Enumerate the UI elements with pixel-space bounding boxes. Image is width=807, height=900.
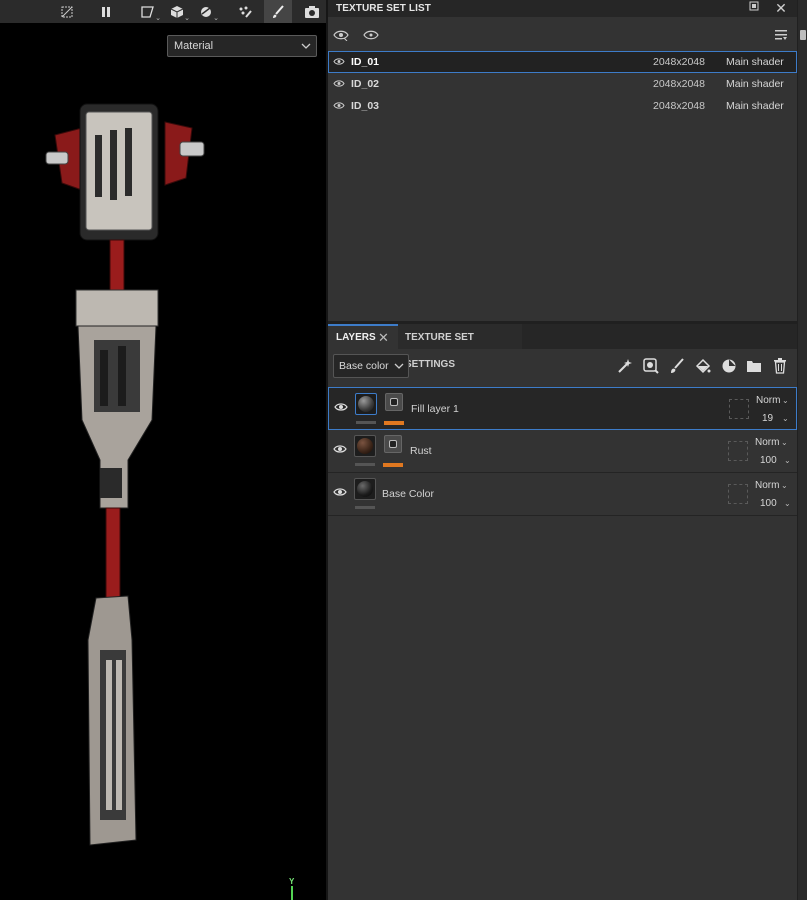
texture-set-name: ID_03 bbox=[351, 100, 380, 112]
delete-icon[interactable] bbox=[771, 357, 789, 375]
eye-icon[interactable] bbox=[333, 487, 347, 497]
cube-icon[interactable]: ⌄ bbox=[163, 0, 191, 23]
opacity-value[interactable]: 19 bbox=[762, 413, 773, 424]
chevron-down-icon bbox=[394, 363, 404, 369]
hide-icon[interactable] bbox=[53, 0, 81, 23]
chevron-down-icon: ⌄ bbox=[782, 414, 789, 423]
add-paint-layer-icon[interactable] bbox=[668, 357, 686, 375]
mask-thumbnail[interactable] bbox=[385, 393, 403, 411]
thumbnail-bar bbox=[356, 421, 376, 424]
texture-set-resolution: 2048x2048 bbox=[653, 78, 705, 90]
solo-eye-icon[interactable] bbox=[362, 26, 380, 44]
selection-shape-icon[interactable]: ⌄ bbox=[134, 0, 162, 23]
blend-mode-select[interactable]: Norm bbox=[755, 437, 779, 448]
texture-set-list-title: TEXTURE SET LIST bbox=[336, 3, 431, 14]
axis-y-line bbox=[291, 886, 293, 900]
add-folder-icon[interactable] bbox=[745, 357, 763, 375]
texture-set-shader[interactable]: Main shader bbox=[726, 100, 784, 112]
texture-set-name: ID_02 bbox=[351, 78, 380, 90]
texture-set-row[interactable]: ID_01 2048x2048 Main shader bbox=[328, 51, 797, 73]
opacity-value[interactable]: 100 bbox=[760, 455, 777, 466]
eye-icon[interactable] bbox=[333, 101, 345, 110]
texture-set-row[interactable]: ID_03 2048x2048 Main shader bbox=[328, 95, 797, 117]
material-select[interactable]: Material bbox=[167, 35, 317, 57]
channel-select-value: Base color bbox=[339, 360, 389, 372]
texture-set-shader[interactable]: Main shader bbox=[726, 78, 784, 90]
texture-set-resolution: 2048x2048 bbox=[653, 56, 705, 68]
blend-mode-select[interactable]: Norm bbox=[756, 395, 780, 406]
chevron-down-icon: ⌄ bbox=[782, 396, 789, 405]
close-icon[interactable]: ✕ bbox=[378, 326, 389, 349]
layer-row[interactable]: Base Color Norm ⌄ 100 ⌄ bbox=[328, 473, 797, 516]
layer-name[interactable]: Base Color bbox=[382, 488, 434, 500]
axis-y-label: Y bbox=[289, 877, 295, 886]
texture-set-toolbar bbox=[328, 23, 797, 47]
properties-icon[interactable] bbox=[800, 30, 806, 40]
texture-set-name: ID_01 bbox=[351, 56, 380, 68]
texture-set-shader[interactable]: Main shader bbox=[726, 56, 784, 68]
add-mask-icon[interactable] bbox=[642, 357, 660, 375]
add-effect-icon[interactable] bbox=[616, 357, 634, 375]
mask-thumbnail[interactable] bbox=[384, 435, 402, 453]
eye-icon[interactable] bbox=[333, 444, 347, 454]
chevron-down-icon: ⌄ bbox=[784, 456, 791, 465]
opacity-value[interactable]: 100 bbox=[760, 498, 777, 509]
blend-box[interactable] bbox=[728, 441, 748, 461]
side-toolbar-strip bbox=[797, 0, 807, 900]
texture-set-row[interactable]: ID_02 2048x2048 Main shader bbox=[328, 73, 797, 95]
eye-icon[interactable] bbox=[334, 402, 348, 412]
thumbnail-bar bbox=[355, 463, 375, 466]
layer-thumbnail[interactable] bbox=[354, 478, 376, 500]
blend-box[interactable] bbox=[728, 484, 748, 504]
pause-icon[interactable] bbox=[92, 0, 120, 23]
viewport-toolbar: ⌄ ⌄ ⌄ bbox=[0, 0, 326, 23]
chevron-down-icon: ⌄ bbox=[784, 499, 791, 508]
particle-brush-icon[interactable] bbox=[231, 0, 259, 23]
channel-select[interactable]: Base color bbox=[333, 354, 409, 378]
add-smart-material-icon[interactable] bbox=[720, 357, 738, 375]
texture-set-resolution: 2048x2048 bbox=[653, 100, 705, 112]
layer-row[interactable]: Rust Norm ⌄ 100 ⌄ bbox=[328, 430, 797, 473]
chevron-down-icon: ⌄ bbox=[781, 481, 788, 490]
right-panels: TEXTURE SET LIST ✕ ID_01 2048x2048 Main … bbox=[328, 0, 807, 900]
blend-mode-select[interactable]: Norm bbox=[755, 480, 779, 491]
blend-box[interactable] bbox=[729, 399, 749, 419]
hammer-model bbox=[45, 103, 205, 846]
layer-stack: Fill layer 1 Norm ⌄ 19 ⌄ Rust Norm ⌄ 100… bbox=[328, 387, 797, 516]
chevron-down-icon: ⌄ bbox=[781, 438, 788, 447]
tab-layers[interactable]: LAYERS ✕ bbox=[328, 324, 398, 349]
undock-icon[interactable] bbox=[747, 1, 761, 15]
layers-toolbar: Base color bbox=[328, 352, 797, 380]
layer-name[interactable]: Rust bbox=[410, 445, 432, 457]
layer-thumbnail[interactable] bbox=[355, 393, 377, 415]
camera-icon[interactable] bbox=[298, 0, 326, 23]
chevron-down-icon bbox=[301, 43, 311, 49]
add-fill-layer-icon[interactable] bbox=[694, 357, 712, 375]
list-settings-icon[interactable] bbox=[772, 26, 790, 44]
texture-set-list-header: TEXTURE SET LIST ✕ bbox=[328, 0, 797, 17]
close-icon[interactable]: ✕ bbox=[774, 1, 788, 15]
lighting-icon[interactable]: ⌄ bbox=[192, 0, 220, 23]
tab-layers-label: LAYERS bbox=[336, 332, 376, 343]
mask-bar bbox=[383, 463, 403, 467]
eye-icon[interactable] bbox=[333, 79, 345, 88]
material-select-value: Material bbox=[174, 40, 214, 52]
layer-name[interactable]: Fill layer 1 bbox=[411, 403, 459, 415]
3d-viewport[interactable]: ⌄ ⌄ ⌄ Material Y bbox=[0, 0, 326, 900]
layer-thumbnail[interactable] bbox=[354, 435, 376, 457]
eye-icon[interactable] bbox=[333, 57, 345, 66]
texture-set-list: ID_01 2048x2048 Main shader ID_02 2048x2… bbox=[328, 51, 797, 117]
mask-bar bbox=[384, 421, 404, 425]
thumbnail-bar bbox=[355, 506, 375, 509]
visibility-settings-icon[interactable] bbox=[332, 26, 350, 44]
paint-brush-icon[interactable] bbox=[264, 0, 292, 23]
tab-texture-set-settings[interactable]: TEXTURE SET SETTINGS bbox=[398, 324, 522, 370]
layers-tab-bar: LAYERS ✕ TEXTURE SET SETTINGS bbox=[328, 324, 797, 370]
layer-row[interactable]: Fill layer 1 Norm ⌄ 19 ⌄ bbox=[328, 387, 797, 430]
